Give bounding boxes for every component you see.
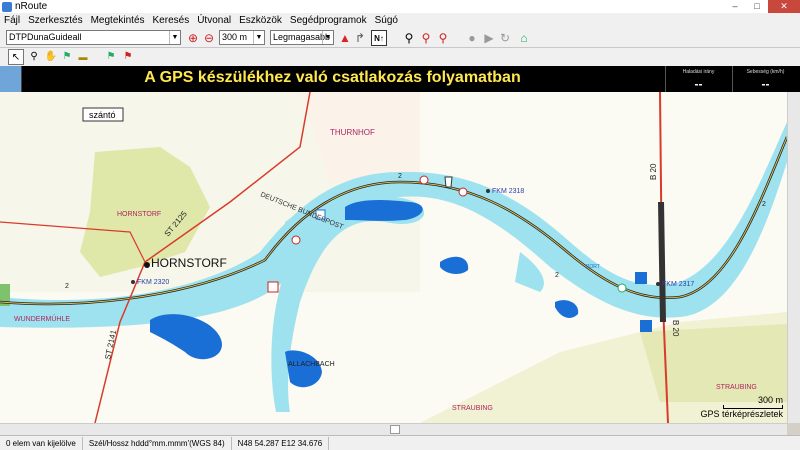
heading-label: Haladási irány xyxy=(682,69,715,75)
main-toolbar: DTPDunaGuideall ▼ ⊕ ⊖ 300 m ▼ Legmagasab… xyxy=(0,28,800,48)
fkm-2317-label: FKM 2317 xyxy=(662,281,694,288)
north-up-button[interactable]: N↑ xyxy=(371,30,387,46)
menu-route[interactable]: Útvonal xyxy=(197,15,231,26)
river-width-label: 2 xyxy=(762,201,766,208)
chevron-down-icon: ▼ xyxy=(322,31,333,44)
river-width-label: 2 xyxy=(65,283,69,290)
thurnhof-label: THURNHOF xyxy=(330,128,375,137)
horizontal-scrollbar[interactable] xyxy=(0,423,787,435)
menu-view[interactable]: Megtekintés xyxy=(91,15,145,26)
wundermuhle-label: WUNDERMÜHLE xyxy=(14,315,70,323)
scrollbar-thumb[interactable] xyxy=(390,425,400,434)
maximize-button[interactable]: □ xyxy=(746,0,768,13)
hornstorf-label: HORNSTORF xyxy=(151,256,227,270)
port-label: PORT xyxy=(586,264,600,270)
zoom-select[interactable]: 300 m ▼ xyxy=(219,30,265,45)
buoy-icon[interactable] xyxy=(458,187,468,197)
menu-utilities[interactable]: Segédprogramok xyxy=(290,15,367,26)
scale-label: 300 m xyxy=(757,395,783,405)
find-route-icon[interactable]: ⚲ xyxy=(418,30,434,46)
refresh-icon[interactable]: ↻ xyxy=(497,30,513,46)
turn-icon[interactable]: ↱ xyxy=(352,30,368,46)
triangle-icon[interactable]: ▲ xyxy=(337,30,353,46)
hand-pan-icon[interactable]: ✋ xyxy=(43,49,59,65)
window-title: nRoute xyxy=(15,1,48,12)
b20-top-label: B 20 xyxy=(649,163,658,180)
speed-value: -- xyxy=(761,77,770,91)
map-select-value: DTPDunaGuideall xyxy=(9,32,82,42)
allachbach-label: ALLACHBACH xyxy=(288,361,335,368)
route-type-select[interactable]: Legmagasabb ▼ xyxy=(270,30,334,45)
route-edit-icon[interactable]: ⚑ xyxy=(120,49,136,65)
chevron-down-icon: ▼ xyxy=(169,31,180,44)
title-bar: nRoute – □ ✕ xyxy=(0,0,800,13)
coord-format-status: Szél/Hossz hddd°mm.mmm'(WGS 84) xyxy=(83,436,232,450)
map-select[interactable]: DTPDunaGuideall ▼ xyxy=(6,30,181,45)
map-svg[interactable]: szántó THURNHOF HORNSTORF HORNSTORF DEUT… xyxy=(0,92,787,423)
menu-help[interactable]: Súgó xyxy=(375,15,398,26)
szanto-label: szántó xyxy=(89,110,116,120)
cursor-coords: N48 54.287 E12 34.676 xyxy=(232,436,330,450)
lake-1 xyxy=(345,199,423,221)
hornstorf-city-dot[interactable] xyxy=(144,262,150,268)
magnifier-icon[interactable]: ⚲ xyxy=(26,49,42,65)
zoom-in-icon[interactable]: ⊕ xyxy=(185,30,201,46)
selection-status: 0 elem van kijelölve xyxy=(0,436,83,450)
ruler-icon[interactable]: ▬ xyxy=(75,49,91,65)
waypoint-flag-icon[interactable]: ⚑ xyxy=(59,49,75,65)
fkm-2318-label: FKM 2318 xyxy=(492,188,524,195)
scale-caption: GPS térképrészletek xyxy=(700,409,783,419)
fkm-2318-marker[interactable] xyxy=(486,189,490,193)
binoculars-icon[interactable]: ⚲ xyxy=(401,30,417,46)
straubing-label-2: STRAUBING xyxy=(716,384,757,391)
app-icon xyxy=(2,1,12,12)
minimize-button[interactable]: – xyxy=(724,0,746,13)
chevron-down-icon: ▼ xyxy=(253,31,264,44)
play-icon[interactable]: ▶ xyxy=(481,30,497,46)
straubing-settlement xyxy=(640,324,787,402)
menu-bar: Fájl Szerkesztés Megtekintés Keresés Útv… xyxy=(0,13,800,28)
speed-box: Sebesség (km/h) -- xyxy=(732,66,798,92)
fkm-2320-label: FKM 2320 xyxy=(137,279,169,286)
map-scale: 300 m GPS térképrészletek xyxy=(700,395,783,419)
b20-bottom-label: B 20 xyxy=(671,320,680,337)
fkm-2317-marker[interactable] xyxy=(656,282,660,286)
vertical-scrollbar[interactable] xyxy=(787,92,800,423)
zoom-out-icon[interactable]: ⊖ xyxy=(201,30,217,46)
zoom-select-value: 300 m xyxy=(222,32,248,42)
close-button[interactable]: ✕ xyxy=(768,0,800,13)
no-anchor-icon[interactable] xyxy=(267,281,279,293)
route-flag-icon[interactable]: ⚑ xyxy=(103,49,119,65)
home-icon[interactable]: ⌂ xyxy=(516,30,532,46)
menu-edit[interactable]: Szerkesztés xyxy=(28,15,82,26)
buoy-icon[interactable] xyxy=(419,175,429,185)
gps-status-banner: A GPS készülékhez való csatlakozás folya… xyxy=(0,66,800,92)
menu-file[interactable]: Fájl xyxy=(4,15,20,26)
heading-box: Haladási irány -- xyxy=(665,66,731,92)
buoy-icon[interactable] xyxy=(617,283,627,293)
menu-tools[interactable]: Eszközök xyxy=(239,15,282,26)
river-width-label: 2 xyxy=(555,272,559,279)
stop-icon[interactable]: ● xyxy=(464,30,480,46)
landmark-icon[interactable] xyxy=(444,176,453,188)
map-canvas[interactable]: szántó THURNHOF HORNSTORF HORNSTORF DEUT… xyxy=(0,92,787,423)
fkm-2320-marker[interactable] xyxy=(131,280,135,284)
gps-connecting-message: A GPS készülékhez való csatlakozás folya… xyxy=(144,69,521,86)
lock-sign-icon[interactable] xyxy=(635,272,647,284)
heading-value: -- xyxy=(694,77,703,91)
buoy-icon[interactable] xyxy=(291,235,301,245)
tools-toolbar: ↖ ⚲ ✋ ⚑ ▬ ⚑ ⚑ xyxy=(0,48,800,66)
river-width-label: 2 xyxy=(398,173,402,180)
speed-label: Sebesség (km/h) xyxy=(746,69,785,75)
status-bar: 0 elem van kijelölve Szél/Hossz hddd°mm.… xyxy=(0,435,800,450)
hornstorf-small-label: HORNSTORF xyxy=(117,211,161,218)
find-nearest-icon[interactable]: ⚲ xyxy=(435,30,451,46)
menu-search[interactable]: Keresés xyxy=(153,15,190,26)
lock-sign-icon[interactable] xyxy=(640,320,652,332)
select-arrow-icon[interactable]: ↖ xyxy=(8,49,24,65)
straubing-label-1: STRAUBING xyxy=(452,405,493,412)
